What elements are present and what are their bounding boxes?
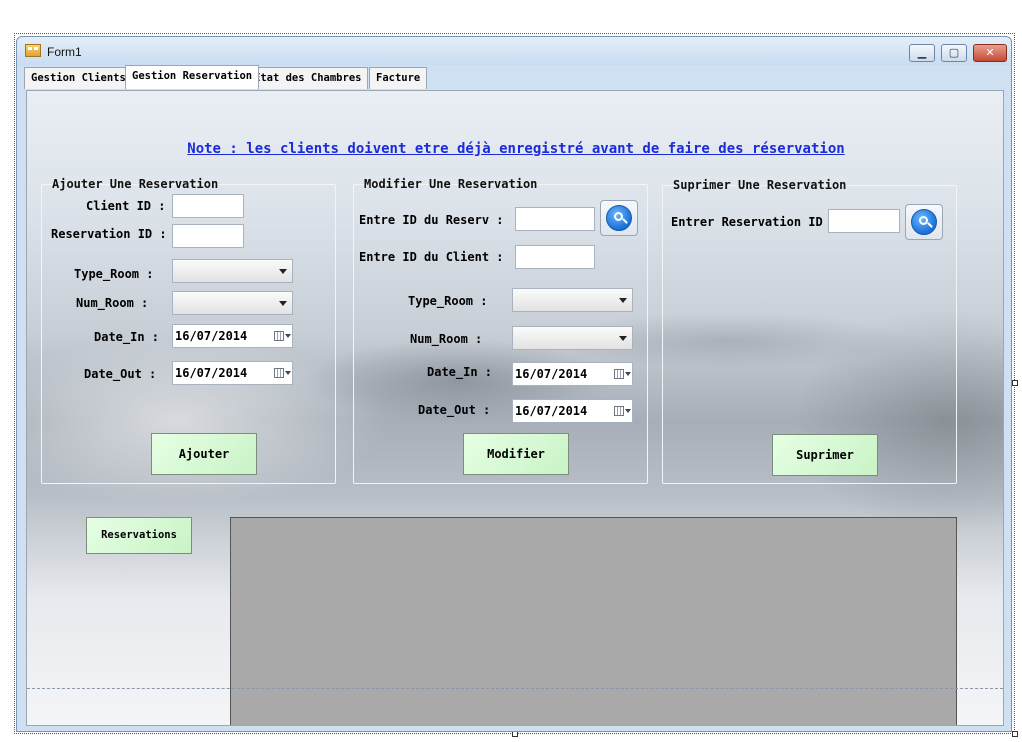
type-room-select[interactable]	[172, 259, 293, 283]
minimize-button[interactable]: ▁	[909, 44, 935, 62]
date-out-value: 16/07/2014	[175, 366, 248, 380]
client-id-input[interactable]	[515, 245, 595, 269]
chevron-down-icon	[279, 269, 287, 274]
title-bar[interactable]: Form1 ▁ ▢ ✕	[17, 37, 1011, 65]
chevron-down-icon	[285, 334, 291, 338]
calendar-icon	[274, 368, 284, 378]
search-icon	[606, 205, 632, 231]
form-window: Form1 ▁ ▢ ✕ Gestion Clients Gestion Rese…	[16, 36, 1012, 732]
delete-reservation-group: Suprimer Une Reservation Entrer Reservat…	[662, 178, 957, 484]
reservation-id-input[interactable]	[172, 224, 244, 248]
note-text: Note : les clients doivent etre déjà enr…	[187, 141, 845, 157]
date-in-value: 16/07/2014	[515, 367, 588, 381]
tab-page-gestion-reservation: Note : les clients doivent etre déjà enr…	[26, 90, 1004, 726]
reservation-id-input[interactable]	[828, 209, 900, 233]
chevron-down-icon	[285, 371, 291, 375]
num-room-select[interactable]	[172, 291, 293, 315]
type-room-select[interactable]	[512, 288, 633, 312]
calendar-icon	[274, 331, 284, 341]
resize-handle-corner[interactable]	[1012, 731, 1018, 737]
reserv-id-input[interactable]	[515, 207, 595, 231]
date-in-label: Date_In :	[94, 330, 160, 344]
date-out-label: Date_Out :	[418, 403, 491, 417]
close-icon: ✕	[985, 46, 995, 59]
calendar-icon	[614, 406, 624, 416]
minimize-icon: ▁	[917, 46, 927, 59]
maximize-icon: ▢	[948, 46, 960, 59]
date-out-value: 16/07/2014	[515, 404, 588, 418]
tab-gestion-clients[interactable]: Gestion Clients	[24, 67, 133, 89]
maximize-button[interactable]: ▢	[941, 44, 967, 62]
tab-gestion-reservation[interactable]: Gestion Reservation	[125, 65, 260, 89]
chevron-down-icon	[279, 301, 287, 306]
date-out-label: Date_Out :	[84, 367, 157, 381]
close-button[interactable]: ✕	[973, 44, 1007, 62]
reservation-id-label: Entrer Reservation ID :	[671, 215, 838, 229]
tab-facture[interactable]: Facture	[369, 67, 428, 89]
tab-etat-des-chambres[interactable]: Etat des Chambres	[247, 67, 369, 89]
reservations-button[interactable]: Reservations	[86, 517, 192, 554]
calendar-icon	[614, 369, 624, 379]
client-id-label: Client ID :	[86, 199, 166, 213]
date-in-picker[interactable]: 16/07/2014	[172, 324, 293, 348]
resize-handle-right[interactable]	[1012, 380, 1018, 386]
date-in-value: 16/07/2014	[175, 329, 248, 343]
chevron-down-icon	[619, 298, 627, 303]
date-in-label: Date_In :	[427, 365, 493, 379]
search-icon	[911, 209, 937, 235]
add-button[interactable]: Ajouter	[151, 433, 257, 475]
tab-strip: Gestion Clients Gestion Reservation Etat…	[24, 65, 1004, 90]
type-room-label: Type_Room :	[408, 294, 488, 308]
date-in-picker[interactable]: 16/07/2014	[512, 362, 633, 386]
num-room-select[interactable]	[512, 326, 633, 350]
group-title: Ajouter Une Reservation	[52, 177, 219, 191]
group-title: Suprimer Une Reservation	[673, 178, 847, 192]
chevron-down-icon	[619, 336, 627, 341]
reservations-grid[interactable]	[230, 517, 957, 725]
client-id-input[interactable]	[172, 194, 244, 218]
search-reservation-button[interactable]	[905, 204, 943, 240]
window-title: Form1	[47, 45, 82, 59]
group-title: Modifier Une Reservation	[364, 177, 538, 191]
reserv-id-label: Entre ID du Reserv :	[359, 213, 504, 227]
num-room-label: Num_Room :	[410, 332, 483, 346]
search-reservation-button[interactable]	[600, 200, 638, 236]
date-out-picker[interactable]: 16/07/2014	[172, 361, 293, 385]
modify-reservation-group: Modifier Une Reservation Entre ID du Res…	[353, 177, 648, 484]
num-room-label: Num_Room :	[76, 296, 149, 310]
delete-button[interactable]: Suprimer	[772, 434, 878, 476]
reservation-id-label: Reservation ID :	[51, 227, 167, 241]
modify-button[interactable]: Modifier	[463, 433, 569, 475]
type-room-label: Type_Room :	[74, 267, 154, 281]
date-out-picker[interactable]: 16/07/2014	[512, 399, 633, 423]
client-id-label: Entre ID du Client :	[359, 250, 504, 264]
form-icon	[25, 44, 41, 57]
chevron-down-icon	[625, 409, 631, 413]
add-reservation-group: Ajouter Une Reservation Client ID : Rese…	[41, 177, 336, 484]
chevron-down-icon	[625, 372, 631, 376]
